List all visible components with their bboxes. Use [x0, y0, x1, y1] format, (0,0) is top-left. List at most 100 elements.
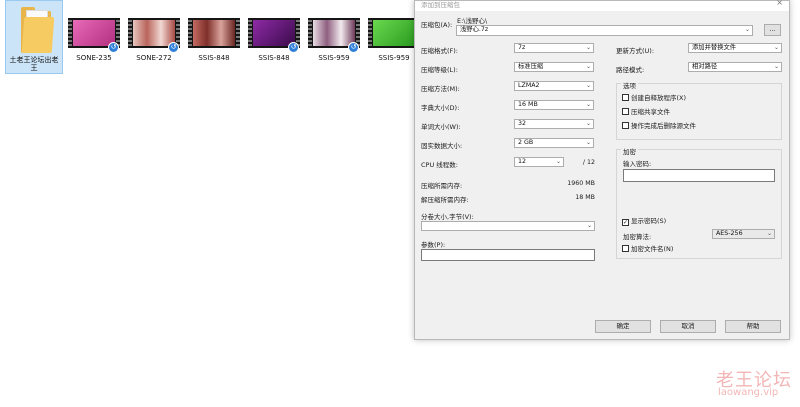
enc-method-label: 加密算法: — [623, 233, 652, 241]
chevron-down-icon: ⌄ — [585, 44, 591, 51]
solid-value: 2 GB — [518, 139, 534, 146]
checkbox-icon — [622, 108, 629, 115]
file-name: SSIS-848 — [198, 54, 230, 62]
mem-comp-label: 压缩所需内存: — [421, 182, 463, 190]
shortcut-arrow-icon: ↺ — [108, 42, 119, 53]
threads-total: / 12 — [582, 159, 595, 166]
video-thumbnail-icon — [368, 18, 420, 48]
method-value: LZMA2 — [518, 82, 540, 89]
file-item-video[interactable]: SSIS-848 — [185, 0, 243, 74]
params-label: 参数(P): — [421, 241, 446, 249]
chevron-down-icon: ⌄ — [773, 63, 779, 70]
checkbox-icon — [622, 94, 629, 101]
video-thumbnail-icon — [188, 18, 240, 48]
chevron-down-icon: ⌄ — [586, 222, 592, 229]
dict-select[interactable]: 16 MB ⌄ — [514, 100, 594, 110]
params-input[interactable] — [421, 249, 595, 261]
update-select[interactable]: 添加并替换文件 ⌄ — [688, 43, 782, 53]
file-item-video[interactable]: ↺ SSIS-959 — [305, 0, 363, 74]
checkbox-icon — [622, 122, 629, 129]
help-button[interactable]: 帮助 — [725, 320, 781, 333]
options-title: 选项 — [621, 80, 638, 90]
delete-checkbox[interactable]: 操作完成后删除源文件 — [622, 122, 696, 130]
format-label: 压缩格式(F): — [421, 47, 459, 55]
path-label: 路径模式: — [616, 66, 645, 74]
watermark-url: laowang.vip — [718, 387, 779, 398]
threads-label: CPU 线程数: — [421, 161, 458, 169]
archive-name-combo[interactable]: 浅野心.7z ⌄ — [456, 25, 753, 36]
cancel-button[interactable]: 取消 — [660, 320, 716, 333]
shared-checkbox[interactable]: 压缩共享文件 — [622, 108, 670, 116]
word-label: 单词大小(W): — [421, 123, 461, 131]
chevron-down-icon: ⌄ — [585, 120, 591, 127]
shortcut-arrow-icon: ↺ — [288, 42, 299, 53]
enc-method-select[interactable]: AES-256 ⌄ — [712, 229, 775, 239]
encrypt-names-checkbox[interactable]: 加密文件名(N) — [622, 245, 673, 253]
path-value: 相对路径 — [692, 63, 718, 70]
method-select[interactable]: LZMA2 ⌄ — [514, 81, 594, 91]
level-value: 标准压缩 — [518, 63, 544, 70]
update-label: 更新方式(U): — [616, 47, 655, 55]
solid-label: 固实数据大小: — [421, 142, 463, 150]
archive-label: 压缩包(A): — [421, 21, 453, 29]
dict-value: 16 MB — [518, 101, 538, 108]
sfx-checkbox[interactable]: 创建自释放程序(X) — [622, 94, 686, 102]
volume-combo[interactable]: ⌄ — [421, 221, 595, 231]
dialog-titlebar: 添加到压缩包 × — [415, 0, 789, 11]
volume-label: 分卷大小,字节(V): — [421, 213, 474, 221]
level-label: 压缩等级(L): — [421, 66, 458, 74]
checkbox-icon — [622, 245, 629, 252]
browse-button[interactable]: ... — [764, 24, 781, 36]
encryption-group: 加密 输入密码: ✓ 显示密码(S) 加密算法: AES-256 ⌄ 加密文件名(… — [616, 146, 782, 259]
show-password-checkbox[interactable]: ✓ 显示密码(S) — [622, 217, 666, 226]
path-select[interactable]: 相对路径 ⌄ — [688, 62, 782, 72]
dict-label: 字典大小(D): — [421, 104, 460, 112]
method-label: 压缩方法(M): — [421, 85, 460, 93]
close-icon[interactable]: × — [776, 0, 783, 7]
word-value: 32 — [518, 120, 527, 127]
sfx-label: 创建自释放程序(X) — [631, 94, 687, 102]
password-label: 输入密码: — [623, 160, 652, 168]
threads-select[interactable]: 12 ⌄ — [514, 157, 564, 167]
mem-decomp-value: 18 MB — [575, 194, 595, 201]
word-select[interactable]: 32 ⌄ — [514, 119, 594, 129]
delete-label: 操作完成后删除源文件 — [631, 122, 696, 130]
file-item-folder[interactable]: 土老王论坛出老王 — [5, 0, 63, 74]
chevron-down-icon: ⌄ — [585, 82, 591, 89]
mem-decomp-label: 解压缩所需内存: — [421, 196, 469, 204]
format-select[interactable]: 7z ⌄ — [514, 43, 594, 53]
file-name: SSIS-959 — [318, 54, 350, 62]
show-password-label: 显示密码(S) — [631, 217, 667, 225]
chevron-down-icon: ⌄ — [766, 230, 772, 237]
encryption-title: 加密 — [621, 146, 638, 156]
ok-button[interactable]: 确定 — [595, 320, 651, 333]
solid-select[interactable]: 2 GB ⌄ — [514, 138, 594, 148]
shortcut-arrow-icon: ↺ — [168, 42, 179, 53]
file-item-video[interactable]: ↺ SONE-235 — [65, 0, 123, 74]
add-to-archive-dialog: 添加到压缩包 × 压缩包(A): E:\浅野心\ 浅野心.7z ⌄ ... 压缩… — [414, 0, 790, 340]
file-list: 土老王论坛出老王 ↺ SONE-235 ↺ SONE-272 SSIS-848 … — [0, 0, 420, 76]
dialog-title: 添加到压缩包 — [421, 1, 460, 9]
format-value: 7z — [518, 44, 526, 51]
level-select[interactable]: 标准压缩 ⌄ — [514, 62, 594, 72]
enc-method-value: AES-256 — [716, 230, 743, 237]
file-name: SONE-272 — [136, 54, 172, 62]
chevron-down-icon: ⌄ — [585, 101, 591, 108]
shared-label: 压缩共享文件 — [631, 108, 670, 116]
archive-name-value: 浅野心.7z — [460, 26, 489, 33]
update-value: 添加并替换文件 — [692, 44, 737, 51]
chevron-down-icon: ⌄ — [744, 26, 750, 33]
chevron-down-icon: ⌄ — [555, 158, 561, 165]
threads-value: 12 — [518, 158, 527, 165]
file-name: SSIS-848 — [258, 54, 290, 62]
file-item-video[interactable]: ↺ SSIS-848 — [245, 0, 303, 74]
chevron-down-icon: ⌄ — [585, 63, 591, 70]
shortcut-arrow-icon: ↺ — [348, 42, 359, 53]
mem-comp-value: 1960 MB — [567, 180, 595, 187]
file-name: SONE-235 — [76, 54, 112, 62]
check-icon: ✓ — [622, 219, 629, 226]
folder-icon — [21, 7, 55, 53]
encrypt-names-label: 加密文件名(N) — [631, 245, 674, 253]
password-input[interactable] — [623, 169, 775, 182]
file-item-video[interactable]: ↺ SONE-272 — [125, 0, 183, 74]
